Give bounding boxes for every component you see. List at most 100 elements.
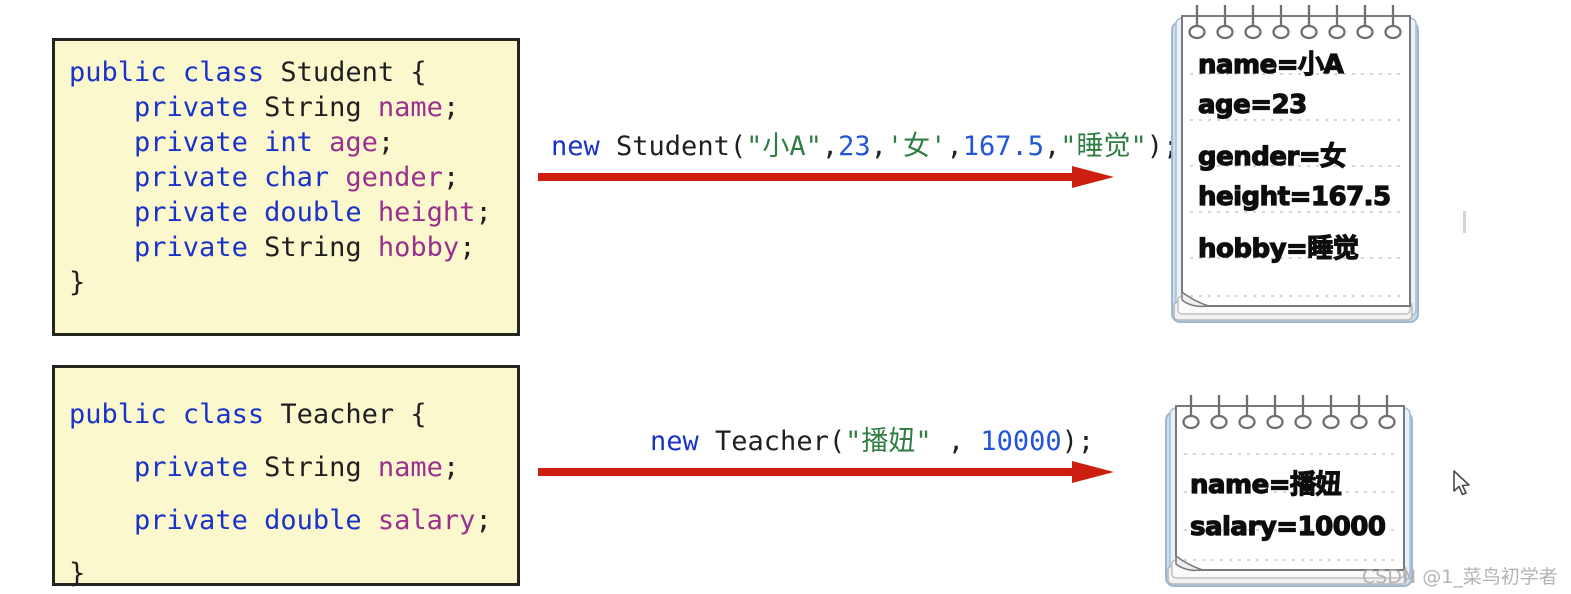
student-notepad-rows: name=小A age=23 gender=女 height=167.5 hob… <box>1162 2 1424 328</box>
code-token: gender <box>345 162 443 193</box>
code-token: char <box>264 162 330 193</box>
code-token: ; <box>459 232 476 263</box>
code-line: public class Student { <box>69 55 517 90</box>
code-line: private String name; <box>69 90 517 125</box>
teacher-constructor-expression: new Teacher("播妞" , 10000); <box>650 419 1094 458</box>
code-token: 23 <box>838 131 871 162</box>
notepad-row-name: name=播妞 <box>1189 469 1342 500</box>
student-flow-arrow-icon <box>538 166 1114 188</box>
code-line: private char gender; <box>69 160 517 195</box>
code-token: hobby <box>377 232 460 263</box>
code-token: public <box>69 57 167 88</box>
notepad-row-height: height=167.5 <box>1197 181 1391 212</box>
notepad-row-age: age=23 <box>1197 89 1307 120</box>
code-token: { <box>394 57 427 88</box>
notepad-row-gender: gender=女 <box>1197 141 1346 172</box>
code-token: ); <box>1061 426 1095 457</box>
code-token: new <box>650 426 699 457</box>
student-object-notepad: name=小A age=23 gender=女 height=167.5 hob… <box>1162 2 1424 328</box>
notepad-row-hobby: hobby=睡觉 <box>1197 233 1359 264</box>
teacher-class-code-block: public class Teacher { private String na… <box>52 365 520 589</box>
code-token: "睡觉" <box>1060 131 1147 162</box>
teacher-flow-arrow-icon <box>538 461 1114 483</box>
code-token: '女' <box>886 131 947 162</box>
diagram-canvas: public class Student { private String na… <box>0 0 1571 594</box>
code-token: ; <box>442 92 460 123</box>
code-token: class <box>182 57 265 88</box>
code-line: private double height; <box>69 195 517 230</box>
code-token: name <box>377 452 443 483</box>
code-line: private String name; <box>69 441 517 494</box>
code-token: , <box>821 131 839 162</box>
code-token: class <box>182 399 265 430</box>
code-token: name <box>377 92 443 123</box>
code-line: private String hobby; <box>69 230 517 265</box>
code-token: age <box>329 127 378 158</box>
code-token: 167.5 <box>962 131 1044 162</box>
code-token: private <box>134 452 248 483</box>
code-token: private <box>134 197 248 228</box>
csdn-watermark: CSDN @1_菜鸟初学者 <box>1362 566 1558 588</box>
code-token: Teacher( <box>698 426 846 457</box>
code-token: , <box>870 131 887 162</box>
code-token: ; <box>442 452 460 483</box>
code-line: private double salary; <box>69 494 517 547</box>
code-token: private <box>134 162 248 193</box>
code-token: private <box>134 127 248 158</box>
code-line: } <box>69 265 517 300</box>
code-token: String <box>264 92 362 123</box>
code-token: ; <box>475 505 492 536</box>
code-token: new <box>551 131 600 162</box>
code-token: private <box>134 232 248 263</box>
code-token: int <box>264 127 313 158</box>
code-token: private <box>134 505 248 536</box>
code-token: } <box>69 558 86 589</box>
code-token: ; <box>475 197 492 228</box>
code-token: "播妞" <box>845 426 932 457</box>
code-token: Teacher <box>280 399 395 430</box>
code-token: , <box>946 131 963 162</box>
code-token: height <box>377 197 476 228</box>
code-token: , <box>1043 131 1061 162</box>
code-token: double <box>264 505 362 536</box>
code-token: Student( <box>599 131 747 162</box>
code-token: ; <box>377 127 395 158</box>
code-token: } <box>69 267 86 298</box>
notepad-row-salary: salary=10000 <box>1189 511 1386 542</box>
text-caret <box>1463 211 1466 233</box>
code-token: , <box>931 426 981 457</box>
notepad-row-name: name=小A <box>1197 49 1344 80</box>
code-token: String <box>264 452 362 483</box>
student-class-code-block: public class Student { private String na… <box>52 38 520 336</box>
code-token: double <box>264 197 362 228</box>
student-constructor-expression: new Student("小A",23,'女',167.5,"睡觉"); <box>551 124 1179 163</box>
code-token: 10000 <box>980 426 1062 457</box>
code-token: public <box>69 399 167 430</box>
code-token: Student <box>280 57 395 88</box>
code-token: ; <box>442 162 460 193</box>
code-token: salary <box>377 505 476 536</box>
